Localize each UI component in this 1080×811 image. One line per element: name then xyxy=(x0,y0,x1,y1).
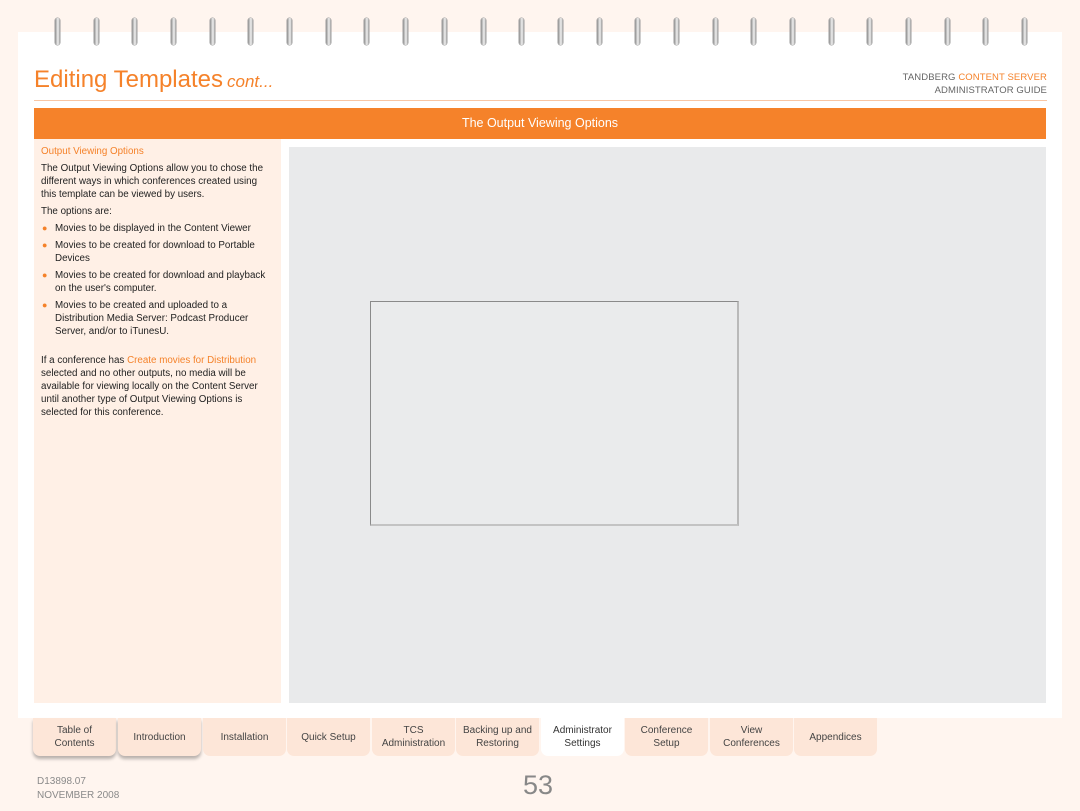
binding-ring-icon xyxy=(325,18,331,45)
tab-backing-up-and-restoring[interactable]: Backing up and Restoring xyxy=(456,718,539,756)
section-title-bar: The Output Viewing Options xyxy=(34,108,1046,139)
binding-ring-icon xyxy=(519,18,525,45)
create-movies-link[interactable]: Create movies for Distribution xyxy=(127,355,256,366)
binding-ring-icon xyxy=(209,18,215,45)
tab-administrator-settings[interactable]: Administrator Settings xyxy=(541,718,624,756)
option-text: Movies to be created for download to Por… xyxy=(55,240,255,264)
document-info: D13898.07 NOVEMBER 2008 xyxy=(37,775,119,803)
binding-ring-icon xyxy=(751,18,757,45)
header-divider xyxy=(34,100,1047,101)
tab-quick-setup[interactable]: Quick Setup xyxy=(287,718,370,756)
binding-ring-icon xyxy=(635,18,641,45)
option-item: ● Movies to be created for download to Po… xyxy=(41,239,274,265)
note-text-before: If a conference has xyxy=(41,355,128,366)
binding-ring-icon xyxy=(596,18,602,45)
spiral-binding xyxy=(0,0,1080,50)
tab-appendices[interactable]: Appendices xyxy=(794,718,877,756)
binding-ring-icon xyxy=(944,18,950,45)
binding-ring-icon xyxy=(789,18,795,45)
binding-ring-icon xyxy=(132,18,138,45)
binding-ring-icon xyxy=(480,18,486,45)
options-lead: The options are: xyxy=(41,206,112,217)
binding-ring-icon xyxy=(441,18,447,45)
sidebar-text-panel: Output Viewing Options The Output Viewin… xyxy=(34,139,281,703)
brand-product: CONTENT SERVER xyxy=(958,72,1047,83)
section-title: The Output Viewing Options xyxy=(461,116,619,130)
binding-ring-icon xyxy=(248,18,254,45)
option-item: ● Movies to be displayed in the Content V… xyxy=(41,222,274,235)
page-title-suffix: cont... xyxy=(227,72,274,91)
binding-ring-icon xyxy=(906,18,911,45)
distribution-note: If a conference has Create movies for Di… xyxy=(41,354,274,419)
bullet-icon: ● xyxy=(42,240,48,250)
tab-view-conferences[interactable]: View Conferences xyxy=(710,718,793,756)
tab-introduction[interactable]: Introduction xyxy=(118,718,201,756)
note-text-after: selected and no other outputs, no media … xyxy=(41,368,258,418)
screenshot-placeholder-frame xyxy=(370,301,739,526)
option-item: ● Movies to be created for download and p… xyxy=(41,269,274,295)
binding-ring-icon xyxy=(93,18,99,45)
document-date: NOVEMBER 2008 xyxy=(37,790,120,801)
brand-name: TANDBERG xyxy=(902,72,956,83)
binding-ring-icon xyxy=(287,18,293,45)
page-title: Editing Templates cont... xyxy=(34,66,273,94)
sidebar-heading: Output Viewing Options xyxy=(41,146,144,157)
binding-ring-icon xyxy=(712,18,718,45)
option-item: ● Movies to be created and uploaded to a … xyxy=(41,299,274,338)
page-title-text: Editing Templates xyxy=(34,66,223,93)
page-number: 53 xyxy=(523,770,554,800)
bullet-icon: ● xyxy=(42,270,48,280)
document-id: D13898.07 xyxy=(37,776,86,787)
binding-ring-icon xyxy=(983,18,989,45)
sidebar-intro: The Output Viewing Options allow you to … xyxy=(41,163,264,200)
binding-ring-icon xyxy=(557,18,563,45)
tab-tcs-administration[interactable]: TCS Administration xyxy=(372,718,455,756)
option-text: Movies to be displayed in the Content Vi… xyxy=(55,223,251,234)
bullet-icon: ● xyxy=(42,223,48,233)
guide-branding: TANDBERG CONTENT SERVER ADMINISTRATOR GU… xyxy=(903,71,1047,97)
tab-table-of-contents[interactable]: Table of Contents xyxy=(33,718,116,756)
option-text: Movies to be created and uploaded to a D… xyxy=(55,300,249,337)
guide-title: ADMINISTRATOR GUIDE xyxy=(934,85,1047,96)
binding-ring-icon xyxy=(55,18,60,45)
options-list: ● Movies to be displayed in the Content V… xyxy=(41,222,274,338)
binding-ring-icon xyxy=(364,18,370,45)
binding-ring-icon xyxy=(673,18,679,45)
binding-ring-icon xyxy=(1022,18,1027,45)
option-text: Movies to be created for download and pl… xyxy=(55,270,266,294)
binding-ring-icon xyxy=(403,18,409,45)
binding-ring-icon xyxy=(171,18,176,45)
binding-ring-icon xyxy=(828,18,834,45)
tab-conference-setup[interactable]: Conference Setup xyxy=(625,718,708,756)
tab-installation[interactable]: Installation xyxy=(203,718,286,756)
binding-ring-icon xyxy=(867,18,873,45)
bullet-icon: ● xyxy=(42,300,48,310)
